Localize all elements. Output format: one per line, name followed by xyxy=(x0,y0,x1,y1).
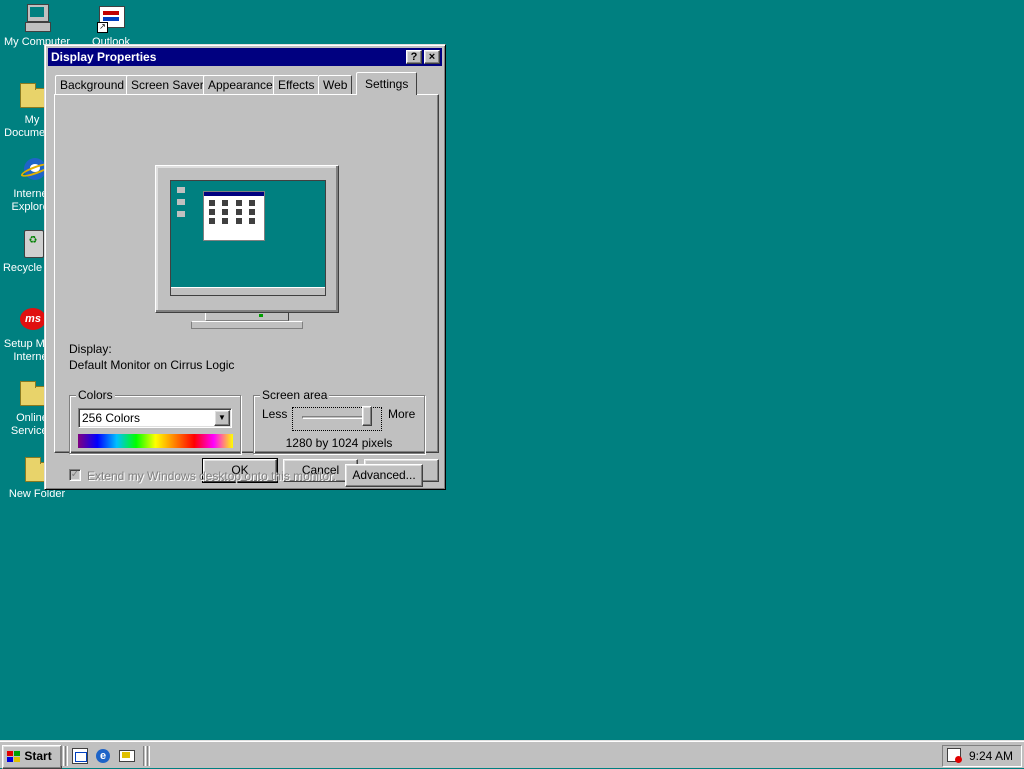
outlook-icon: ↗ xyxy=(95,2,127,34)
screen-area-group: Screen area Less More 1280 by 1024 pixel… xyxy=(253,388,425,454)
color-spectrum-bar xyxy=(78,434,233,448)
desktop-icon-my-computer[interactable]: My Computer xyxy=(2,2,72,49)
quick-launch-separator xyxy=(61,746,64,766)
preview-taskbar xyxy=(171,287,325,295)
colors-group: Colors 256 Colors ▼ xyxy=(69,388,241,454)
display-value: Default Monitor on Cirrus Logic xyxy=(69,358,235,372)
tab-appearance[interactable]: Appearance xyxy=(203,75,278,94)
monitor-preview xyxy=(155,165,339,313)
display-properties-dialog: Display Properties ? × Background Screen… xyxy=(44,44,446,490)
help-button[interactable]: ? xyxy=(406,50,422,64)
resolution-text: 1280 by 1024 pixels xyxy=(285,436,393,450)
chevron-down-icon[interactable]: ▼ xyxy=(214,410,230,426)
close-button[interactable]: × xyxy=(424,50,440,64)
taskbar: Start e 9:24 AM xyxy=(0,740,1024,769)
window-title: Display Properties xyxy=(51,50,157,64)
show-desktop-icon[interactable] xyxy=(118,748,135,764)
display-label: Display: xyxy=(69,342,112,356)
advanced-button[interactable]: Advanced... xyxy=(345,464,423,487)
less-label: Less xyxy=(262,407,288,421)
computer-icon xyxy=(21,2,53,34)
quick-launch-separator xyxy=(143,746,146,766)
desktop-icon-outlook[interactable]: ↗ Outlook xyxy=(76,2,146,49)
more-label: More xyxy=(388,407,416,421)
system-tray: 9:24 AM xyxy=(942,745,1022,767)
screen-area-slider-thumb[interactable] xyxy=(362,406,372,426)
scheduler-icon[interactable] xyxy=(947,748,962,763)
preview-window xyxy=(203,191,265,241)
monitor-power-led xyxy=(259,314,263,317)
tab-effects[interactable]: Effects xyxy=(273,75,320,94)
tab-screen-saver[interactable]: Screen Saver xyxy=(126,75,209,94)
quick-launch-separator xyxy=(65,746,68,766)
start-button[interactable]: Start xyxy=(2,745,62,769)
colors-group-label: Colors xyxy=(76,388,115,402)
title-bar[interactable]: Display Properties ? × xyxy=(48,48,442,66)
monitor-stand xyxy=(205,313,289,321)
monitor-screen xyxy=(170,180,326,296)
extend-desktop-label: Extend my Windows desktop onto this moni… xyxy=(87,469,336,483)
extend-desktop-checkbox[interactable]: ✓ xyxy=(69,469,81,481)
quick-launch-separator xyxy=(147,746,150,766)
ie-icon[interactable]: e xyxy=(95,748,111,764)
monitor-base xyxy=(191,321,303,329)
settings-panel: Display: Default Monitor on Cirrus Logic… xyxy=(54,94,439,487)
tab-web[interactable]: Web xyxy=(318,75,353,94)
screen-area-group-label: Screen area xyxy=(260,388,330,402)
colors-select[interactable]: 256 Colors ▼ xyxy=(78,408,232,428)
tab-settings[interactable]: Settings xyxy=(356,72,418,95)
windows-logo-icon xyxy=(7,750,21,763)
colors-select-value: 256 Colors xyxy=(82,411,141,425)
clock[interactable]: 9:24 AM xyxy=(969,749,1013,763)
tab-background[interactable]: Background xyxy=(55,75,130,94)
outlook-express-icon[interactable] xyxy=(72,748,88,764)
start-label: Start xyxy=(24,749,52,763)
